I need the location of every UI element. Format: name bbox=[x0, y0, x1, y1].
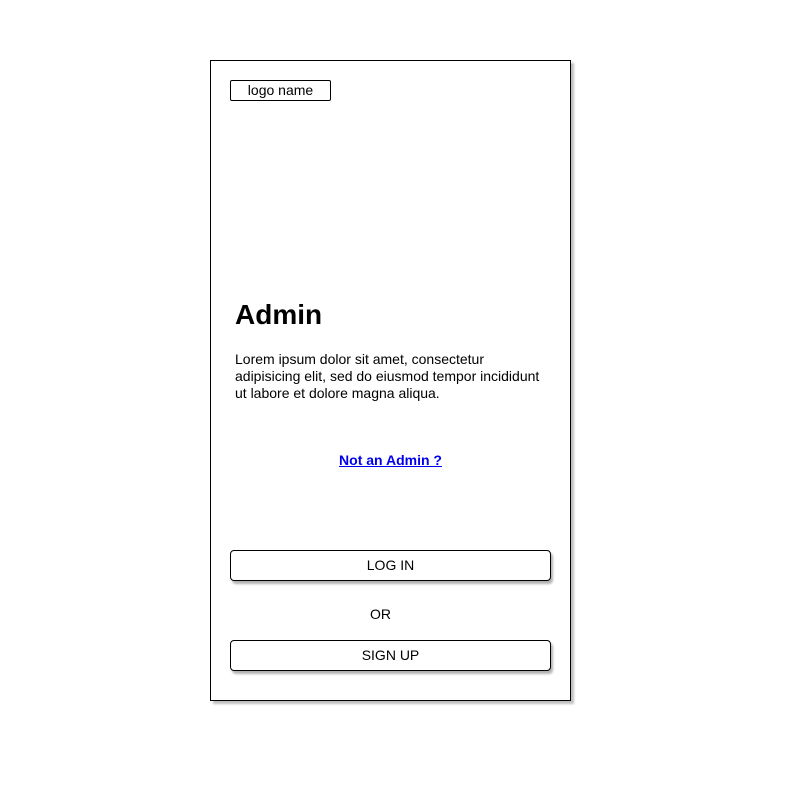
phone-screen: logo name Admin Lorem ipsum dolor sit am… bbox=[210, 60, 571, 701]
description-text: Lorem ipsum dolor sit amet, consectetur … bbox=[235, 351, 540, 401]
login-button[interactable]: LOG IN bbox=[230, 550, 551, 581]
not-admin-link[interactable]: Not an Admin ? bbox=[339, 452, 442, 468]
not-admin-link-container: Not an Admin ? bbox=[211, 452, 570, 469]
logo: logo name bbox=[230, 80, 331, 101]
or-divider-text: OR bbox=[370, 606, 391, 622]
signup-button[interactable]: SIGN UP bbox=[230, 640, 551, 671]
page-title: Admin bbox=[235, 299, 323, 330]
